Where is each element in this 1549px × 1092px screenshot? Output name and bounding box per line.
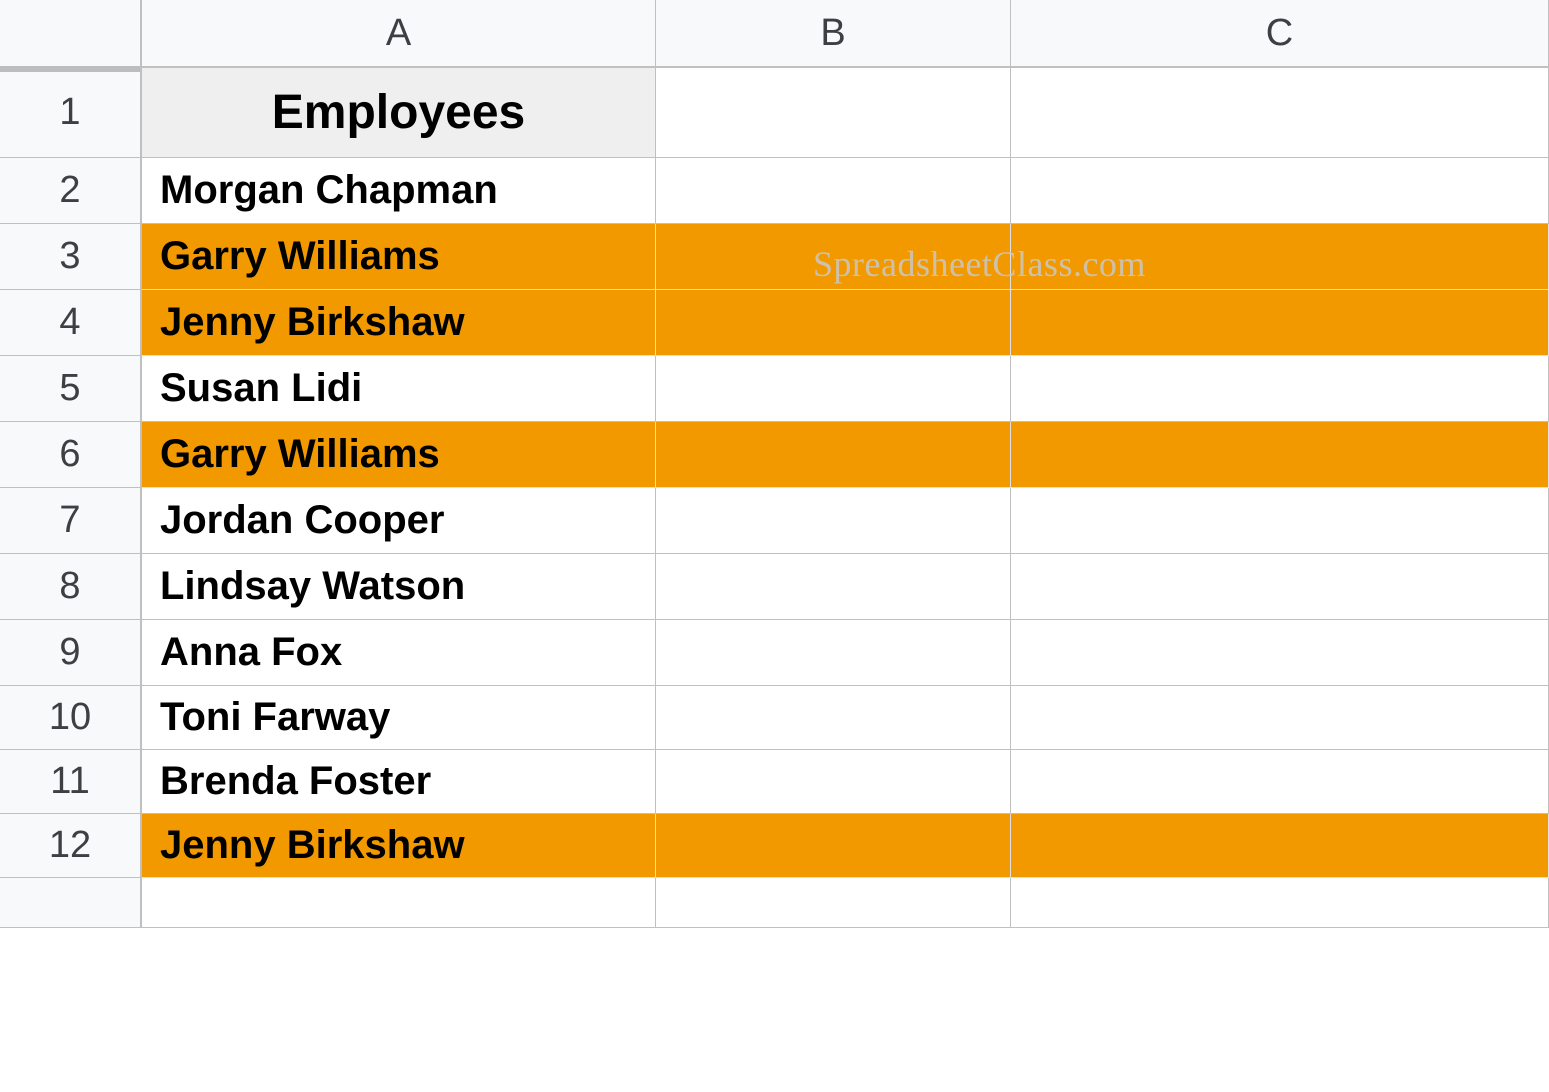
cell-b10[interactable] bbox=[656, 686, 1011, 750]
column-header-b[interactable]: B bbox=[656, 0, 1011, 68]
row-header-6[interactable]: 6 bbox=[0, 422, 142, 488]
spreadsheet-grid: A B C 1 Employees 2 Morgan Chapman 3 Gar… bbox=[0, 0, 1549, 928]
cell-c13[interactable] bbox=[1011, 878, 1549, 928]
cell-c3[interactable] bbox=[1011, 224, 1549, 290]
cell-b8[interactable] bbox=[656, 554, 1011, 620]
cell-b13[interactable] bbox=[656, 878, 1011, 928]
cell-c6[interactable] bbox=[1011, 422, 1549, 488]
row-header-13[interactable] bbox=[0, 878, 142, 928]
cell-b1[interactable] bbox=[656, 68, 1011, 158]
cell-a5[interactable]: Susan Lidi bbox=[142, 356, 656, 422]
row-header-3[interactable]: 3 bbox=[0, 224, 142, 290]
cell-c10[interactable] bbox=[1011, 686, 1549, 750]
cell-a9[interactable]: Anna Fox bbox=[142, 620, 656, 686]
cell-a3[interactable]: Garry Williams bbox=[142, 224, 656, 290]
row-header-10[interactable]: 10 bbox=[0, 686, 142, 750]
column-header-c[interactable]: C bbox=[1011, 0, 1549, 68]
row-header-8[interactable]: 8 bbox=[0, 554, 142, 620]
cell-a13[interactable] bbox=[142, 878, 656, 928]
cell-a6[interactable]: Garry Williams bbox=[142, 422, 656, 488]
cell-a4[interactable]: Jenny Birkshaw bbox=[142, 290, 656, 356]
cell-c12[interactable] bbox=[1011, 814, 1549, 878]
cell-b2[interactable] bbox=[656, 158, 1011, 224]
cell-c11[interactable] bbox=[1011, 750, 1549, 814]
cell-a1-header[interactable]: Employees bbox=[142, 68, 656, 158]
cell-b7[interactable] bbox=[656, 488, 1011, 554]
cell-a11[interactable]: Brenda Foster bbox=[142, 750, 656, 814]
cell-a7[interactable]: Jordan Cooper bbox=[142, 488, 656, 554]
row-header-1[interactable]: 1 bbox=[0, 68, 142, 158]
row-header-2[interactable]: 2 bbox=[0, 158, 142, 224]
cell-c7[interactable] bbox=[1011, 488, 1549, 554]
cell-c5[interactable] bbox=[1011, 356, 1549, 422]
cell-b6[interactable] bbox=[656, 422, 1011, 488]
cell-c2[interactable] bbox=[1011, 158, 1549, 224]
select-all-corner[interactable] bbox=[0, 0, 142, 68]
cell-a2[interactable]: Morgan Chapman bbox=[142, 158, 656, 224]
cell-b4[interactable] bbox=[656, 290, 1011, 356]
row-header-12[interactable]: 12 bbox=[0, 814, 142, 878]
column-header-a[interactable]: A bbox=[142, 0, 656, 68]
row-header-4[interactable]: 4 bbox=[0, 290, 142, 356]
cell-b3[interactable] bbox=[656, 224, 1011, 290]
row-header-7[interactable]: 7 bbox=[0, 488, 142, 554]
cell-a10[interactable]: Toni Farway bbox=[142, 686, 656, 750]
cell-c8[interactable] bbox=[1011, 554, 1549, 620]
cell-c1[interactable] bbox=[1011, 68, 1549, 158]
row-header-5[interactable]: 5 bbox=[0, 356, 142, 422]
cell-b5[interactable] bbox=[656, 356, 1011, 422]
cell-b11[interactable] bbox=[656, 750, 1011, 814]
cell-a8[interactable]: Lindsay Watson bbox=[142, 554, 656, 620]
cell-a12[interactable]: Jenny Birkshaw bbox=[142, 814, 656, 878]
cell-c9[interactable] bbox=[1011, 620, 1549, 686]
cell-b12[interactable] bbox=[656, 814, 1011, 878]
row-header-11[interactable]: 11 bbox=[0, 750, 142, 814]
cell-c4[interactable] bbox=[1011, 290, 1549, 356]
row-header-9[interactable]: 9 bbox=[0, 620, 142, 686]
cell-b9[interactable] bbox=[656, 620, 1011, 686]
